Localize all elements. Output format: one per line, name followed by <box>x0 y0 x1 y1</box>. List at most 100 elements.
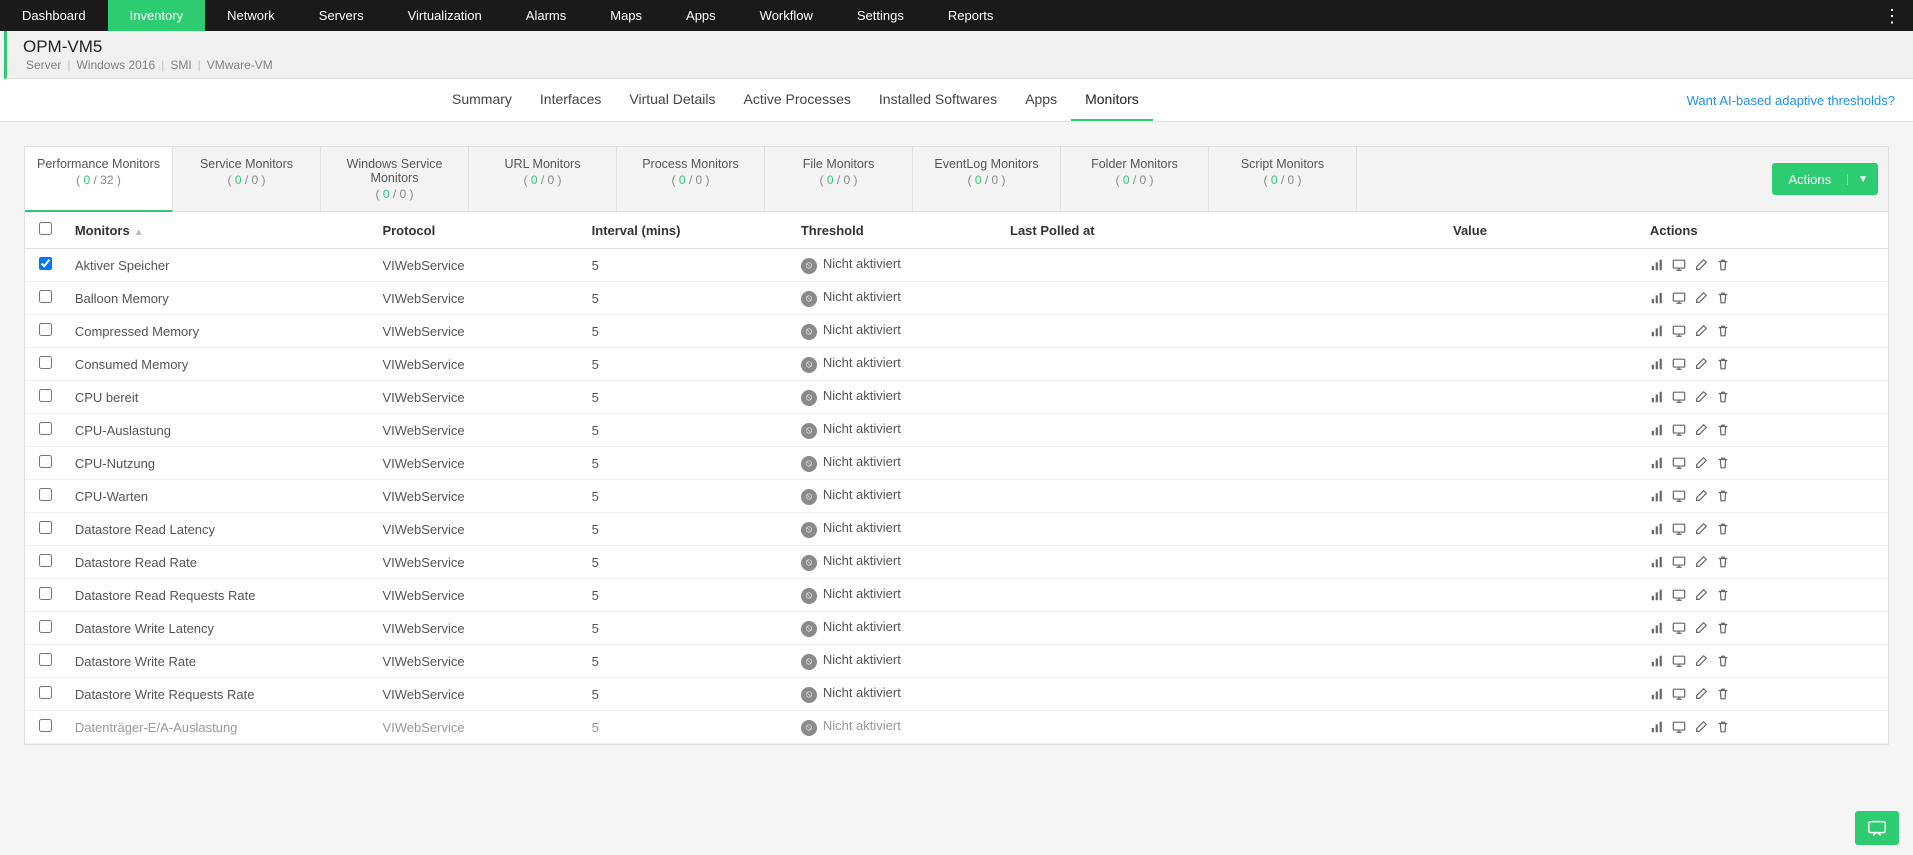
monitor-icon[interactable] <box>1672 291 1686 305</box>
row-checkbox[interactable] <box>39 521 52 534</box>
tab-interfaces[interactable]: Interfaces <box>526 79 615 121</box>
monitor-icon[interactable] <box>1672 654 1686 668</box>
montab-performance-monitors[interactable]: Performance Monitors( 0 / 32 ) <box>25 147 173 212</box>
row-checkbox[interactable] <box>39 620 52 633</box>
chart-icon[interactable] <box>1650 555 1664 569</box>
montab-eventlog-monitors[interactable]: EventLog Monitors( 0 / 0 ) <box>913 147 1061 211</box>
delete-icon[interactable] <box>1716 390 1730 404</box>
overflow-menu-icon[interactable]: ⋮ <box>1871 7 1913 25</box>
col-threshold[interactable]: Threshold <box>793 212 1002 249</box>
delete-icon[interactable] <box>1716 720 1730 734</box>
edit-icon[interactable] <box>1694 456 1708 470</box>
nav-workflow[interactable]: Workflow <box>738 0 835 31</box>
montab-script-monitors[interactable]: Script Monitors( 0 / 0 ) <box>1209 147 1357 211</box>
select-all-checkbox[interactable] <box>39 222 52 235</box>
tab-active-processes[interactable]: Active Processes <box>730 79 865 121</box>
nav-inventory[interactable]: Inventory <box>108 0 205 31</box>
nav-alarms[interactable]: Alarms <box>504 0 588 31</box>
montab-file-monitors[interactable]: File Monitors( 0 / 0 ) <box>765 147 913 211</box>
nav-apps[interactable]: Apps <box>664 0 738 31</box>
col-lastpolled[interactable]: Last Polled at <box>1002 212 1445 249</box>
row-checkbox[interactable] <box>39 323 52 336</box>
delete-icon[interactable] <box>1716 522 1730 536</box>
delete-icon[interactable] <box>1716 324 1730 338</box>
edit-icon[interactable] <box>1694 390 1708 404</box>
chart-icon[interactable] <box>1650 720 1664 734</box>
monitor-icon[interactable] <box>1672 390 1686 404</box>
row-checkbox[interactable] <box>39 488 52 501</box>
monitor-icon[interactable] <box>1672 423 1686 437</box>
monitor-icon[interactable] <box>1672 720 1686 734</box>
delete-icon[interactable] <box>1716 456 1730 470</box>
nav-settings[interactable]: Settings <box>835 0 926 31</box>
monitor-icon[interactable] <box>1672 522 1686 536</box>
monitor-icon[interactable] <box>1672 324 1686 338</box>
delete-icon[interactable] <box>1716 291 1730 305</box>
row-checkbox[interactable] <box>39 554 52 567</box>
monitor-icon[interactable] <box>1672 555 1686 569</box>
chart-icon[interactable] <box>1650 423 1664 437</box>
chart-icon[interactable] <box>1650 258 1664 272</box>
montab-windows-service-monitors[interactable]: Windows Service Monitors( 0 / 0 ) <box>321 147 469 211</box>
edit-icon[interactable] <box>1694 291 1708 305</box>
row-checkbox[interactable] <box>39 455 52 468</box>
row-checkbox[interactable] <box>39 257 52 270</box>
chart-icon[interactable] <box>1650 489 1664 503</box>
nav-maps[interactable]: Maps <box>588 0 664 31</box>
montab-process-monitors[interactable]: Process Monitors( 0 / 0 ) <box>617 147 765 211</box>
tab-apps[interactable]: Apps <box>1011 79 1071 121</box>
edit-icon[interactable] <box>1694 588 1708 602</box>
actions-button[interactable]: Actions▼ <box>1772 163 1878 195</box>
ai-thresholds-link[interactable]: Want AI-based adaptive thresholds? <box>1687 93 1895 108</box>
chart-icon[interactable] <box>1650 456 1664 470</box>
delete-icon[interactable] <box>1716 423 1730 437</box>
nav-reports[interactable]: Reports <box>926 0 1016 31</box>
monitor-icon[interactable] <box>1672 687 1686 701</box>
nav-virtualization[interactable]: Virtualization <box>386 0 504 31</box>
edit-icon[interactable] <box>1694 258 1708 272</box>
row-checkbox[interactable] <box>39 719 52 732</box>
edit-icon[interactable] <box>1694 687 1708 701</box>
delete-icon[interactable] <box>1716 555 1730 569</box>
edit-icon[interactable] <box>1694 621 1708 635</box>
tab-monitors[interactable]: Monitors <box>1071 79 1153 121</box>
monitor-icon[interactable] <box>1672 588 1686 602</box>
row-checkbox[interactable] <box>39 653 52 666</box>
delete-icon[interactable] <box>1716 621 1730 635</box>
chat-widget-button[interactable] <box>1855 811 1899 845</box>
monitor-icon[interactable] <box>1672 456 1686 470</box>
edit-icon[interactable] <box>1694 324 1708 338</box>
chart-icon[interactable] <box>1650 291 1664 305</box>
row-checkbox[interactable] <box>39 686 52 699</box>
delete-icon[interactable] <box>1716 687 1730 701</box>
row-checkbox[interactable] <box>39 290 52 303</box>
chart-icon[interactable] <box>1650 357 1664 371</box>
chart-icon[interactable] <box>1650 522 1664 536</box>
edit-icon[interactable] <box>1694 522 1708 536</box>
row-checkbox[interactable] <box>39 587 52 600</box>
monitor-icon[interactable] <box>1672 258 1686 272</box>
chart-icon[interactable] <box>1650 621 1664 635</box>
delete-icon[interactable] <box>1716 654 1730 668</box>
nav-servers[interactable]: Servers <box>297 0 386 31</box>
edit-icon[interactable] <box>1694 423 1708 437</box>
tab-summary[interactable]: Summary <box>438 79 526 121</box>
delete-icon[interactable] <box>1716 489 1730 503</box>
edit-icon[interactable] <box>1694 654 1708 668</box>
chart-icon[interactable] <box>1650 390 1664 404</box>
montab-service-monitors[interactable]: Service Monitors( 0 / 0 ) <box>173 147 321 211</box>
montab-url-monitors[interactable]: URL Monitors( 0 / 0 ) <box>469 147 617 211</box>
edit-icon[interactable] <box>1694 357 1708 371</box>
chart-icon[interactable] <box>1650 654 1664 668</box>
nav-dashboard[interactable]: Dashboard <box>0 0 108 31</box>
tab-virtual-details[interactable]: Virtual Details <box>615 79 729 121</box>
row-checkbox[interactable] <box>39 389 52 402</box>
edit-icon[interactable] <box>1694 489 1708 503</box>
edit-icon[interactable] <box>1694 555 1708 569</box>
row-checkbox[interactable] <box>39 422 52 435</box>
monitor-icon[interactable] <box>1672 489 1686 503</box>
montab-folder-monitors[interactable]: Folder Monitors( 0 / 0 ) <box>1061 147 1209 211</box>
chart-icon[interactable] <box>1650 687 1664 701</box>
col-monitors[interactable]: Monitors▲ <box>67 212 375 249</box>
tab-installed-softwares[interactable]: Installed Softwares <box>865 79 1011 121</box>
